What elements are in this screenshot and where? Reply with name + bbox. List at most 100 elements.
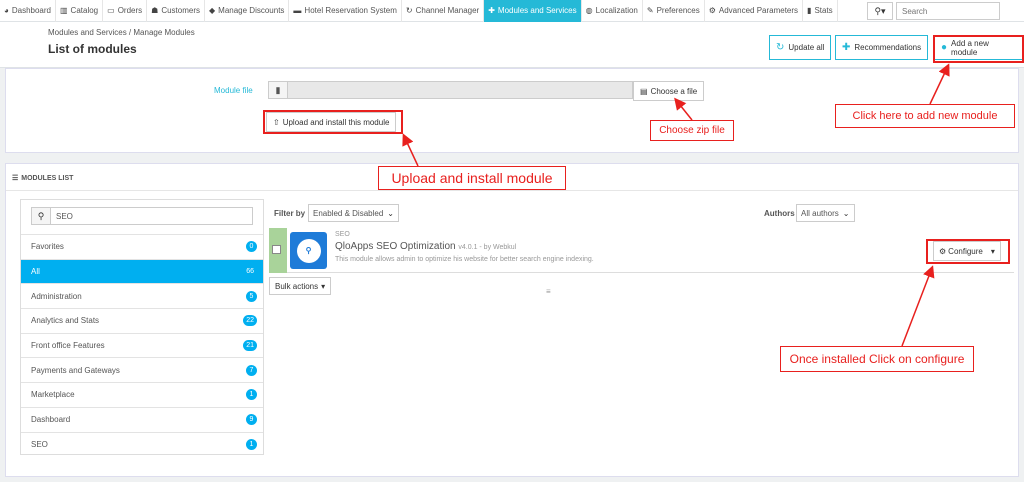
category-count-badge: 66 xyxy=(246,268,254,276)
category-label: Front office Features xyxy=(31,341,105,351)
search-input[interactable] xyxy=(896,2,1000,20)
nav-item-manage-discounts[interactable]: ◆ Manage Discounts xyxy=(205,0,290,22)
caret-down-icon: ▾ xyxy=(321,281,326,291)
credit-card-icon: ▭ xyxy=(107,6,115,15)
puzzle-icon: ✚ xyxy=(842,42,851,53)
chevron-down-icon: ⌄ xyxy=(842,208,850,218)
refresh-icon: ↻ xyxy=(405,6,413,15)
module-logo: ⚲ xyxy=(290,232,327,269)
nav-item-hotel-reservation-system[interactable]: ▬ Hotel Reservation System xyxy=(289,0,402,22)
category-count-badge: 21 xyxy=(243,340,257,352)
nav-item-label: Advanced Parameters xyxy=(718,6,799,15)
category-count-badge: 1 xyxy=(246,389,257,401)
nav-item-label: Channel Manager xyxy=(415,6,480,15)
module-search-input[interactable] xyxy=(51,207,253,225)
add-new-module-highlight xyxy=(933,35,1024,63)
dashboard-icon: ◕ xyxy=(4,6,9,15)
authors-select-value: All authors xyxy=(801,208,839,218)
file-icon: ▮ xyxy=(268,81,288,99)
category-item-seo[interactable]: SEO 1 xyxy=(21,431,263,457)
nav-item-catalog[interactable]: ▥ Catalog xyxy=(56,0,104,22)
wrench-icon: ✎ xyxy=(646,6,654,15)
nav-item-modules-and-services[interactable]: ✚ Modules and Services xyxy=(484,0,582,22)
nav-item-preferences[interactable]: ✎ Preferences xyxy=(643,0,705,22)
annotation-add-new: Click here to add new module xyxy=(835,104,1015,128)
nav-item-stats[interactable]: ▮ Stats xyxy=(803,0,838,22)
category-count-badge: 7 xyxy=(246,364,257,376)
update-all-button[interactable]: ↻ Update all xyxy=(769,35,832,60)
category-count-badge: 1 xyxy=(246,438,257,450)
category-list: Favorites 0 All 66 Administration 5 Analytics … xyxy=(21,234,263,456)
category-count-badge: 0 xyxy=(246,241,257,253)
category-label: Dashboard xyxy=(31,415,71,425)
bar-chart-icon: ▮ xyxy=(807,6,812,15)
category-label: SEO xyxy=(31,439,48,449)
category-item-administration[interactable]: Administration 5 xyxy=(21,283,263,308)
category-item-dashboard[interactable]: Dashboard 9 xyxy=(21,406,263,432)
module-file-field[interactable] xyxy=(288,81,633,99)
category-item-front-office-features[interactable]: Front office Features 21 xyxy=(21,332,263,358)
category-count-badge: 22 xyxy=(243,315,257,327)
nav-item-localization[interactable]: ◍ Localization xyxy=(582,0,643,22)
bulk-actions-button[interactable]: Bulk actions ▾ xyxy=(269,277,332,295)
puzzle-icon: ✚ xyxy=(488,6,495,15)
authors-label: Authors xyxy=(764,209,795,218)
filter-select-value: Enabled & Disabled xyxy=(313,208,384,218)
header-search: ⚲ ▾ xyxy=(867,2,1000,20)
resize-handle-icon: ≡ xyxy=(546,287,551,296)
chevron-down-icon: ⌄ xyxy=(387,208,394,218)
book-icon: ▥ xyxy=(59,6,68,15)
nav-item-advanced-parameters[interactable]: ⚙ Advanced Parameters xyxy=(705,0,804,22)
folder-open-icon: ▤ xyxy=(640,86,648,96)
category-label: Marketplace xyxy=(31,390,75,400)
nav-item-label: Orders xyxy=(117,6,143,15)
module-name: QloApps SEO Optimization v4.0.1 - by Web… xyxy=(335,241,516,252)
page-header: Modules and Services / Manage Modules Li… xyxy=(0,22,1024,68)
search-icon: ⚲ xyxy=(874,5,882,16)
category-count-badge: 5 xyxy=(246,290,257,302)
category-label: Analytics and Stats xyxy=(31,316,100,326)
breadcrumb[interactable]: Modules and Services / Manage Modules xyxy=(48,28,195,37)
nav-item-orders[interactable]: ▭ Orders xyxy=(103,0,148,22)
nav-item-channel-manager[interactable]: ↻ Channel Manager xyxy=(402,0,485,22)
search-icon: ⚲ xyxy=(31,207,51,225)
page-title: List of modules xyxy=(48,42,137,56)
recommendations-label: Recommendations xyxy=(854,43,922,52)
filter-by-label: Filter by xyxy=(274,209,306,218)
recommendations-button[interactable]: ✚ Recommendations xyxy=(835,35,929,60)
cogs-icon: ⚙ xyxy=(708,6,716,15)
filter-select[interactable]: Enabled & Disabled ⌄ xyxy=(308,204,399,222)
category-item-analytics-and-stats[interactable]: Analytics and Stats 22 xyxy=(21,308,263,333)
nav-item-customers[interactable]: ☗ Customers xyxy=(147,0,205,22)
category-label: Payments and Gateways xyxy=(31,365,120,375)
nav-item-dashboard[interactable]: ◕ Dashboard xyxy=(0,0,56,22)
choose-file-label: Choose a file xyxy=(650,86,698,96)
category-sidebar: ⚲ Favorites 0 All 66 Administration 5 Analytic… xyxy=(20,199,264,455)
search-scope-button[interactable]: ⚲ ▾ xyxy=(867,2,893,20)
category-label: All xyxy=(31,267,40,277)
nav-item-label: Modules and Services xyxy=(497,6,577,15)
nav-item-label: Dashboard xyxy=(11,6,51,15)
nav-item-label: Catalog xyxy=(70,6,99,15)
bed-icon: ▬ xyxy=(293,6,302,15)
category-item-payments-and-gateways[interactable]: Payments and Gateways 7 xyxy=(21,357,263,382)
category-item-favorites[interactable]: Favorites 0 xyxy=(21,234,263,259)
module-description: This module allows admin to optimize his… xyxy=(335,256,594,263)
category-item-all[interactable]: All 66 xyxy=(21,258,263,284)
upload-install-highlight xyxy=(263,110,403,134)
nav-item-label: Stats xyxy=(814,6,833,15)
category-label: Administration xyxy=(31,291,82,301)
bulk-actions-label: Bulk actions xyxy=(275,281,319,291)
category-label: Favorites xyxy=(31,242,64,252)
nav-item-label: Hotel Reservation System xyxy=(304,6,397,15)
module-checkbox[interactable] xyxy=(272,245,281,254)
choose-file-button[interactable]: ▤ Choose a file xyxy=(633,81,705,101)
nav-item-label: Localization xyxy=(595,6,638,15)
category-item-marketplace[interactable]: Marketplace 1 xyxy=(21,382,263,407)
module-category: SEO xyxy=(335,231,350,238)
nav-item-label: Customers xyxy=(161,6,200,15)
update-all-label: Update all xyxy=(788,43,825,52)
annotation-upload-install: Upload and install module xyxy=(378,166,566,190)
authors-select[interactable]: All authors ⌄ xyxy=(796,204,855,222)
globe-icon: ◍ xyxy=(585,6,593,15)
